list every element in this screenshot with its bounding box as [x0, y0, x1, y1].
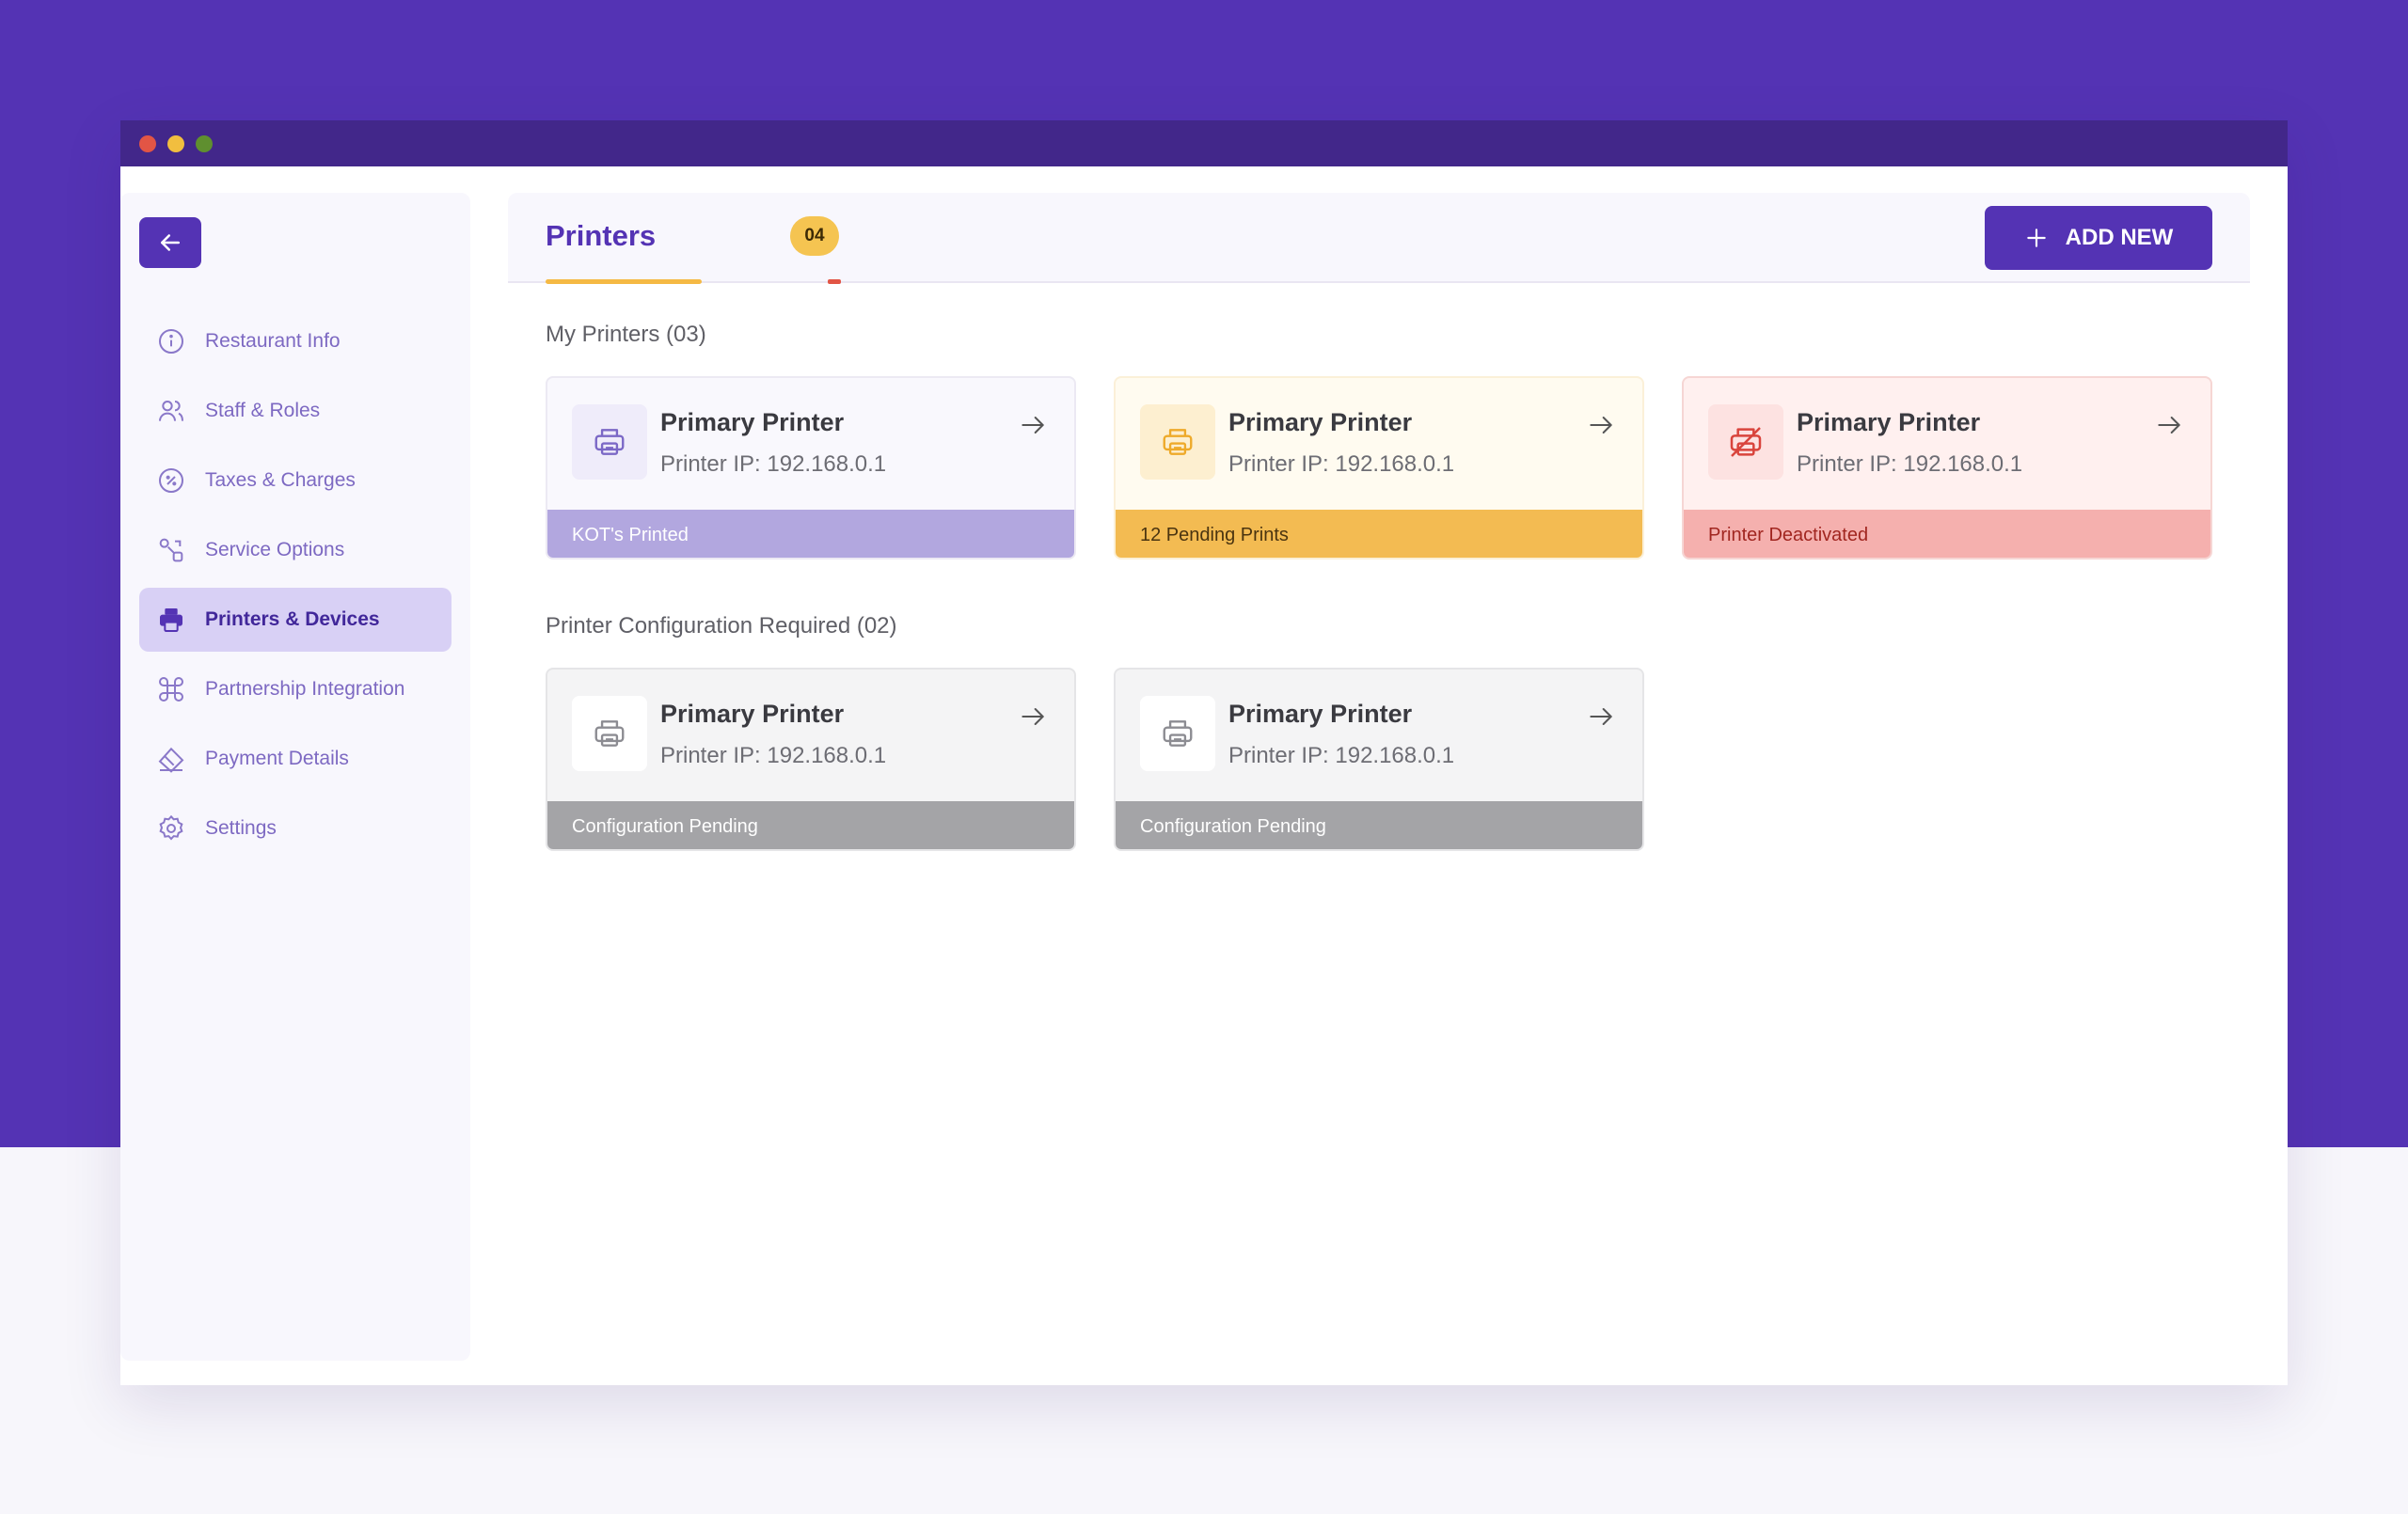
users-icon — [159, 401, 183, 421]
plus-icon — [2026, 229, 2046, 247]
sidebar-item-label: Restaurant Info — [205, 330, 341, 352]
sidebar-item-taxes-charges[interactable]: Taxes & Charges — [139, 449, 452, 513]
arrow-right-icon[interactable] — [1018, 702, 1048, 732]
status-badge: KOT's Printed — [547, 510, 1074, 558]
section-title-config-required: Printer Configuration Required (02) — [546, 613, 897, 639]
sidebar-item-service-options[interactable]: Service Options — [139, 518, 452, 582]
percent-icon — [159, 468, 183, 493]
status-badge: Printer Deactivated — [1684, 510, 2210, 558]
printer-count-badge: 04 — [790, 216, 839, 256]
window-close-dot[interactable] — [139, 134, 156, 152]
sidebar-item-label: Printers & Devices — [205, 608, 380, 630]
arrow-right-icon[interactable] — [1586, 702, 1616, 732]
arrow-right-icon[interactable] — [2154, 410, 2184, 440]
add-new-label: ADD NEW — [2065, 225, 2174, 250]
sidebar-item-staff-roles[interactable]: Staff & Roles — [139, 379, 452, 443]
printer-icon — [160, 608, 182, 632]
section-title-my-printers: My Printers (03) — [546, 322, 706, 347]
main-header: Printers 04 ADD NEW — [508, 193, 2250, 284]
printer-off-icon — [1708, 404, 1783, 480]
add-new-button[interactable]: ADD NEW — [1985, 206, 2212, 270]
status-badge: 12 Pending Prints — [1116, 510, 1642, 558]
printer-ip: Printer IP: 192.168.0.1 — [1797, 451, 2023, 477]
printer-card[interactable]: Primary Printer Printer IP: 192.168.0.1 … — [546, 376, 1076, 560]
printer-card[interactable]: Primary Printer Printer IP: 192.168.0.1 … — [1114, 668, 1644, 851]
status-badge: Configuration Pending — [547, 801, 1074, 849]
sidebar-item-label: Settings — [205, 817, 277, 839]
sidebar-item-label: Taxes & Charges — [205, 469, 356, 491]
arrow-right-icon[interactable] — [1586, 410, 1616, 440]
arrow-right-icon[interactable] — [1018, 410, 1048, 440]
tab-underline — [546, 279, 702, 284]
sidebar-item-label: Staff & Roles — [205, 400, 321, 421]
printer-ip: Printer IP: 192.168.0.1 — [1228, 451, 1455, 477]
arrow-left-icon — [161, 234, 180, 251]
page-title[interactable]: Printers — [546, 219, 656, 253]
back-button[interactable] — [139, 217, 201, 268]
printer-icon — [1140, 696, 1215, 771]
tab-underline-accent — [828, 279, 841, 284]
window-minimize-dot[interactable] — [167, 134, 184, 152]
printer-icon — [572, 696, 647, 771]
printer-name: Primary Printer — [660, 408, 845, 436]
sidebar-item-restaurant-info[interactable]: Restaurant Info — [139, 309, 452, 373]
printer-card[interactable]: Primary Printer Printer IP: 192.168.0.1 … — [1114, 376, 1644, 560]
sidebar-item-settings[interactable]: Settings — [139, 796, 452, 860]
printer-icon — [1140, 404, 1215, 480]
printer-ip: Printer IP: 192.168.0.1 — [660, 743, 887, 768]
sidebar-item-label: Service Options — [205, 539, 345, 560]
sidebar-item-label: Payment Details — [205, 748, 349, 769]
app-window: Restaurant Info Staff & Roles Taxes & Ch… — [120, 120, 2288, 1385]
info-icon — [159, 329, 183, 354]
printer-ip: Printer IP: 192.168.0.1 — [660, 451, 887, 477]
window-titlebar — [120, 120, 2288, 166]
printer-icon — [572, 404, 647, 480]
sidebar: Restaurant Info Staff & Roles Taxes & Ch… — [120, 193, 470, 1361]
shapes-icon — [159, 538, 183, 562]
printer-name: Primary Printer — [1797, 408, 1981, 436]
sidebar-item-label: Partnership Integration — [205, 678, 405, 700]
sidebar-item-printers-devices[interactable]: Printers & Devices — [139, 588, 452, 652]
status-badge: Configuration Pending — [1116, 801, 1642, 849]
printer-name: Primary Printer — [1228, 700, 1413, 728]
card-icon — [158, 747, 184, 773]
printer-name: Primary Printer — [660, 700, 845, 728]
printer-card[interactable]: Primary Printer Printer IP: 192.168.0.1 … — [1682, 376, 2212, 560]
printer-card[interactable]: Primary Printer Printer IP: 192.168.0.1 … — [546, 668, 1076, 851]
printer-name: Primary Printer — [1228, 408, 1413, 436]
window-maximize-dot[interactable] — [196, 134, 213, 152]
main-content: Printers 04 ADD NEW My Printers (03) Pri… — [508, 193, 2250, 1361]
sidebar-item-partnership-integration[interactable]: Partnership Integration — [139, 657, 452, 721]
printer-ip: Printer IP: 192.168.0.1 — [1228, 743, 1455, 768]
sidebar-item-payment-details[interactable]: Payment Details — [139, 727, 452, 791]
command-icon — [159, 677, 183, 702]
gear-icon — [159, 814, 183, 841]
